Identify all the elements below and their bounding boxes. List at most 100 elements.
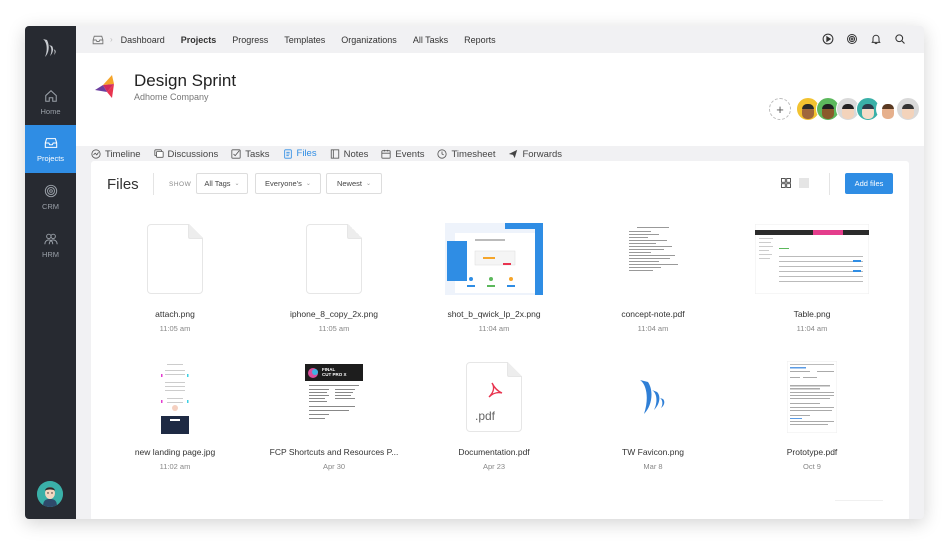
calendar-icon <box>381 149 392 159</box>
search-icon[interactable] <box>894 33 906 45</box>
file-date: 11:04 am <box>478 324 510 333</box>
project-logo-icon <box>90 70 122 102</box>
nav-all-tasks[interactable]: All Tasks <box>413 35 448 45</box>
file-item[interactable]: shot_b_qwick_lp_2x.png 11:04 am <box>419 221 569 333</box>
tw-favicon-icon <box>640 380 665 414</box>
sidebar-item-hrm[interactable]: HRM <box>25 221 76 269</box>
file-thumbnail <box>161 360 189 434</box>
sort-value: Newest <box>336 179 362 188</box>
file-thumbnail <box>755 224 869 294</box>
bell-icon[interactable] <box>870 33 882 45</box>
file-date: Apr 23 <box>482 462 506 471</box>
file-item[interactable]: new landing page.jpg 11:02 am <box>100 359 250 471</box>
file-name: shot_b_qwick_lp_2x.png <box>447 309 541 319</box>
file-date: Apr 30 <box>322 462 346 471</box>
file-item[interactable]: TW Favicon.png Mar 8 <box>578 359 728 471</box>
sidebar-item-projects[interactable]: Projects <box>25 125 76 173</box>
nav-projects[interactable]: Projects <box>181 35 217 45</box>
user-avatar-icon <box>37 481 63 507</box>
grid-view-icon[interactable] <box>781 178 791 188</box>
list-view-icon[interactable] <box>799 178 809 188</box>
sidebar-item-label: Home <box>40 106 61 116</box>
sidebar-item-label: CRM <box>41 201 60 211</box>
file-item[interactable]: FINAL CUT PRO X FCP Shortcuts and Resour… <box>259 359 409 471</box>
file-item[interactable]: attach.png 11:05 am <box>100 221 250 333</box>
file-name: Documentation.pdf <box>458 447 530 457</box>
nav-organizations[interactable]: Organizations <box>341 35 397 45</box>
file-placeholder-icon <box>306 224 362 294</box>
file-placeholder-icon <box>147 224 203 294</box>
file-name: attach.png <box>155 309 195 319</box>
file-item[interactable]: .pdf Documentation.pdf Apr 23 <box>419 359 569 471</box>
owner-filter-dropdown[interactable]: Everyone's ⌄ <box>255 173 321 194</box>
files-title: Files <box>107 176 139 193</box>
project-company: Adhome Company <box>134 92 209 102</box>
nav-reports[interactable]: Reports <box>464 35 496 45</box>
divider <box>153 173 154 195</box>
send-icon <box>509 149 518 159</box>
nav-templates[interactable]: Templates <box>284 35 325 45</box>
file-item[interactable]: Prototype.pdf Oct 9 <box>737 359 887 471</box>
breadcrumb-chevron-icon: › <box>110 35 113 44</box>
discussions-icon <box>153 149 164 158</box>
sort-dropdown[interactable]: Newest ⌄ <box>326 173 382 194</box>
sidebar-item-home[interactable]: Home <box>25 78 76 126</box>
chevron-down-icon: ⌄ <box>234 181 240 187</box>
tab-label: Forwards <box>522 148 563 160</box>
clock-icon <box>437 149 448 159</box>
file-date: 11:04 am <box>796 324 828 333</box>
file-thumbnail <box>445 223 543 295</box>
file-name: TW Favicon.png <box>622 447 684 457</box>
file-name: Prototype.pdf <box>786 447 838 457</box>
nav-progress[interactable]: Progress <box>232 35 268 45</box>
sidebar: Home Projects CRM HRM <box>25 26 76 519</box>
timeline-icon <box>91 149 101 159</box>
user-avatar[interactable] <box>37 481 63 507</box>
file-name: iphone_8_copy_2x.png <box>290 309 378 319</box>
show-label: SHOW <box>169 181 192 188</box>
file-date: 11:02 am <box>159 462 191 471</box>
play-circle-icon[interactable] <box>822 33 834 45</box>
tab-label: Timesheet <box>451 148 496 160</box>
chevron-down-icon: ⌄ <box>365 181 372 187</box>
file-date: 11:05 am <box>159 324 191 333</box>
fcp-banner-text: CUT PRO X <box>322 372 347 377</box>
settings-icon[interactable] <box>846 33 858 45</box>
crm-icon <box>44 184 57 197</box>
file-thumbnail: FINAL CUT PRO X <box>305 364 363 430</box>
files-panel: Files SHOW All Tags ⌄ Everyone's ⌄ Newes… <box>91 161 909 519</box>
member-avatars <box>796 97 920 121</box>
file-name: Table.png <box>793 309 831 319</box>
file-name: FCP Shortcuts and Resources P... <box>269 447 399 457</box>
file-name: new landing page.jpg <box>134 447 216 457</box>
file-date: 11:04 am <box>637 324 669 333</box>
chevron-down-icon: ⌄ <box>305 181 311 187</box>
file-date: 11:05 am <box>318 324 350 333</box>
tags-filter-dropdown[interactable]: All Tags ⌄ <box>196 173 248 194</box>
sidebar-item-label: HRM <box>41 249 60 259</box>
sidebar-item-crm[interactable]: CRM <box>25 173 76 221</box>
file-item[interactable]: Table.png 11:04 am <box>737 221 887 333</box>
project-title: Design Sprint <box>134 71 237 90</box>
file-date: Oct 9 <box>803 462 821 471</box>
file-item[interactable]: concept-note.pdf 11:04 am <box>578 221 728 333</box>
file-thumbnail <box>787 361 837 433</box>
files-icon <box>283 148 292 159</box>
projects-box-icon[interactable] <box>92 34 104 46</box>
scrollbar[interactable] <box>835 500 883 501</box>
tab-label: Timeline <box>105 148 141 160</box>
nav-dashboard[interactable]: Dashboard <box>121 35 165 45</box>
pdf-file-icon: .pdf <box>466 362 522 432</box>
file-item[interactable]: iphone_8_copy_2x.png 11:05 am <box>259 221 409 333</box>
add-member-button[interactable]: + <box>769 98 791 120</box>
app-window: Home Projects CRM HRM › Dashboard Projec… <box>25 26 924 519</box>
home-icon <box>44 89 57 102</box>
tab-label: Discussions <box>167 148 219 160</box>
file-date: Mar 8 <box>643 462 663 471</box>
tags-filter-value: All Tags <box>204 179 231 188</box>
app-logo-icon[interactable] <box>38 36 62 60</box>
add-files-button[interactable]: Add files <box>845 173 893 194</box>
users-icon <box>43 233 58 244</box>
member-avatar[interactable] <box>896 97 920 121</box>
tab-label: Tasks <box>245 148 270 160</box>
